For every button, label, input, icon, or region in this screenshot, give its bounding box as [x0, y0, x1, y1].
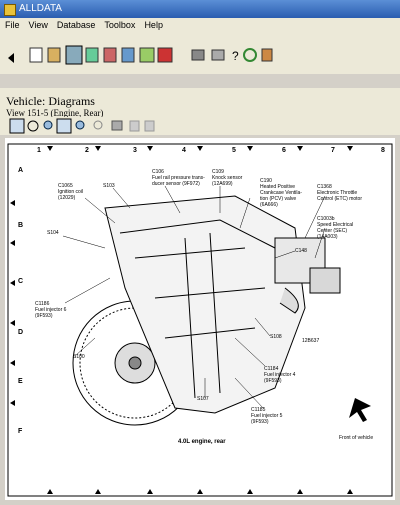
app-icon	[4, 4, 16, 16]
grid-col-4: 4	[182, 147, 186, 154]
front-of-vehicle-label: Front of vehicle	[339, 435, 374, 441]
grid-col-6: 6	[282, 147, 286, 154]
tsb-icon[interactable]	[121, 47, 135, 63]
title-bar: ALLDATA	[0, 0, 400, 18]
grid-col-1: 1	[37, 147, 41, 154]
callout-s100: S100	[73, 354, 85, 360]
view-header: Vehicle: Diagrams View 151-5 (Engine, Re…	[0, 88, 400, 118]
callout-s108: S108	[270, 334, 282, 340]
callout-s107: S107	[197, 396, 209, 402]
zoom-area-icon[interactable]	[93, 120, 103, 130]
callout-c1184: C1184 Fuel injector 4 (9F593)	[264, 366, 296, 384]
grid-row-d: D	[18, 329, 24, 336]
tools-icon[interactable]	[103, 47, 117, 63]
callout-c1186: C1186 Fuel injector 6 (9F593)	[35, 301, 67, 319]
view-title: Vehicle: Diagrams	[6, 94, 95, 108]
callout-s103: S103	[103, 183, 115, 189]
callout-c148: C148	[295, 248, 307, 254]
callout-c1185: C1185 Fuel injector 5 (9F593)	[251, 407, 283, 425]
grid-row-f: F	[18, 428, 23, 435]
view-toolbar-icons	[9, 118, 155, 134]
window-title: ALLDATA	[19, 3, 62, 14]
menu-file[interactable]: File	[5, 20, 20, 30]
callout-s104: S104	[47, 230, 59, 236]
diagram-icon[interactable]	[65, 45, 83, 65]
menu-toolbox[interactable]: Toolbox	[104, 20, 135, 30]
callout-c1368: C1368 Electronic Throttle Control (ETC) …	[317, 184, 363, 202]
callout-c109: C109 Knock sensor (12A699)	[212, 169, 243, 187]
copy-icon[interactable]	[129, 120, 140, 132]
menu-help[interactable]: Help	[144, 20, 163, 30]
paste-icon[interactable]	[144, 120, 155, 132]
callout-12b637: 12B637	[302, 338, 320, 344]
zoom-out-icon[interactable]	[75, 120, 85, 130]
zoom-fit-icon[interactable]	[9, 118, 25, 134]
exit-icon[interactable]	[261, 48, 273, 62]
help-icon[interactable]: ?	[232, 49, 239, 63]
zoom-in-icon[interactable]	[56, 118, 72, 134]
print-icon[interactable]	[29, 47, 43, 63]
diagram-caption: 4.0L engine, rear	[178, 439, 226, 445]
grid-row-c: C	[18, 278, 24, 285]
grid-col-5: 5	[232, 147, 236, 154]
printer-icon[interactable]	[191, 49, 205, 61]
calc-icon[interactable]	[139, 47, 155, 63]
dtc-icon[interactable]	[157, 47, 173, 63]
grid-col-3: 3	[133, 147, 137, 154]
callout-c1003b: C1003b Speed Electrical Center (SEC) (14…	[317, 216, 354, 240]
menu-view[interactable]: View	[29, 20, 48, 30]
grid-col-8: 8	[381, 147, 385, 154]
grid-row-a: A	[18, 167, 24, 174]
menu-bar: File View Database Toolbox Help	[0, 18, 400, 32]
callout-c1065: C1065 Ignition coil (12029)	[58, 183, 84, 201]
grid-row-b: B	[18, 222, 24, 229]
copy-icon[interactable]	[211, 49, 225, 61]
top-toolbar-icons: ?	[8, 45, 273, 65]
grid-col-2: 2	[85, 147, 89, 154]
grid-col-7: 7	[331, 147, 335, 154]
print-icon[interactable]	[111, 120, 123, 131]
pan-icon[interactable]	[27, 120, 39, 132]
menu-database[interactable]: Database	[57, 20, 96, 30]
view-toolbar	[0, 117, 400, 135]
book-icon[interactable]	[47, 47, 61, 63]
callout-c190: C190 Heated Positive Crankcase Ventila- …	[260, 178, 302, 208]
engine-diagram[interactable]: 1 2 3 4 5 6 7 8 A B C D E F G C1065 Igni…	[5, 138, 395, 500]
recycle-icon[interactable]	[243, 48, 257, 62]
tree-icon[interactable]	[85, 47, 99, 63]
top-toolbar: ?	[0, 32, 400, 74]
grid-row-e: E	[18, 378, 23, 385]
zoom-icon[interactable]	[43, 120, 53, 130]
back-icon[interactable]	[8, 53, 14, 63]
callout-c106: C106 Fuel rail pressure trans- ducer sen…	[152, 169, 205, 187]
